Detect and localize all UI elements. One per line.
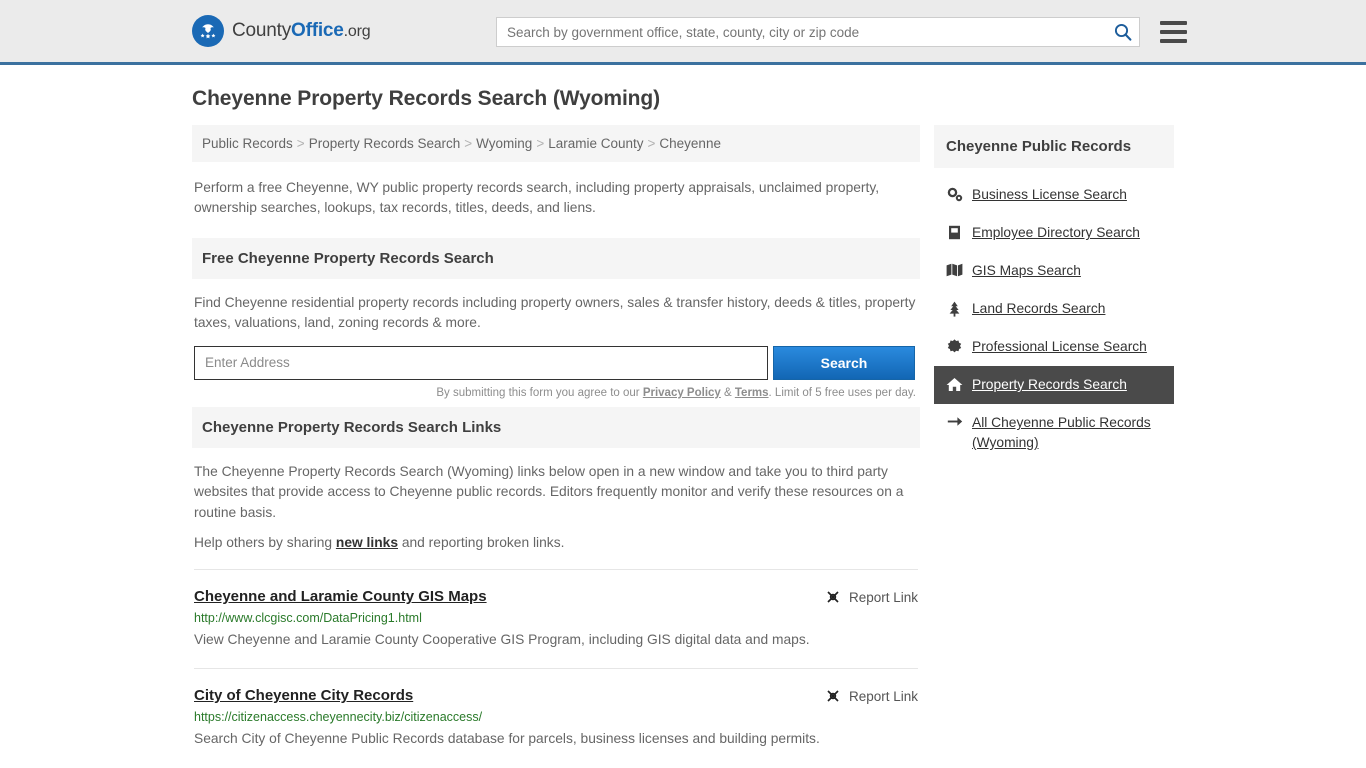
sidebar-item-label: GIS Maps Search [972,263,1081,278]
link-description: View Cheyenne and Laramie County Coopera… [194,632,810,648]
link-description: Search City of Cheyenne Public Records d… [194,731,820,747]
breadcrumb-item-property-records-search[interactable]: Property Records Search [309,136,461,151]
hamburger-bar [1160,39,1187,43]
breadcrumb-separator: > [296,136,305,151]
sidebar-heading: Cheyenne Public Records [934,125,1174,168]
links-section-body: The Cheyenne Property Records Search (Wy… [192,448,920,751]
report-link-button[interactable]: Report Link [825,687,918,704]
link-header-row: City of Cheyenne City Records Report Lin… [194,687,918,704]
breadcrumb-separator: > [536,136,545,151]
global-search-box[interactable] [496,17,1140,47]
link-url: https://citizenaccess.cheyennecity.biz/c… [194,710,483,725]
cogs-icon [946,185,963,202]
sidebar-item-label: All Cheyenne Public Records (Wyoming) [972,415,1151,450]
breadcrumb-separator: > [464,136,473,151]
hamburger-bar [1160,21,1187,25]
hamburger-menu-icon[interactable] [1160,21,1187,43]
link-title[interactable]: City of Cheyenne City Records [194,687,413,704]
certificate-icon [946,337,963,354]
page-title: Cheyenne Property Records Search (Wyomin… [192,87,661,110]
disclaimer-amp: & [720,386,735,399]
sidebar-item-label: Business License Search [972,187,1127,202]
address-search-button[interactable]: Search [773,345,915,380]
terms-link[interactable]: Terms [735,387,769,399]
logo-text-part2: Office [291,20,344,41]
link-header-row: Cheyenne and Laramie County GIS Maps Rep… [194,588,918,605]
link-item: City of Cheyenne City Records Report Lin… [194,669,918,751]
sidebar-item-gis-maps[interactable]: GIS Maps Search [934,252,1174,290]
breadcrumb-item-laramie-county[interactable]: Laramie County [548,136,643,151]
report-link-label: Report Link [848,589,918,605]
free-search-body: Find Cheyenne residential property recor… [192,279,920,399]
content-columns: Public Records > Property Records Search > W… [192,125,1174,751]
global-search-input[interactable] [507,24,1113,40]
sidebar-item-all-public-records[interactable]: All Cheyenne Public Records (Wyoming) [934,404,1174,462]
breadcrumb-item-wyoming[interactable]: Wyoming [476,136,532,151]
logo-text: CountyOffice.org [232,20,371,42]
sidebar-item-label: Professional License Search [972,339,1147,354]
disclaimer-pre: By submitting this form you agree to our [436,386,643,399]
free-search-heading: Free Cheyenne Property Records Search [192,238,920,279]
report-link-label: Report Link [848,688,918,704]
logo-text-part3: .org [343,23,371,40]
breadcrumb: Public Records > Property Records Search > W… [192,125,920,162]
privacy-policy-link[interactable]: Privacy Policy [643,387,721,399]
search-icon[interactable] [1113,22,1133,42]
home-icon [946,375,963,392]
sidebar-item-business-license[interactable]: Business License Search [934,176,1174,214]
sidebar-item-land-records[interactable]: Land Records Search [934,290,1174,328]
page-container: Cheyenne Property Records Search (Wyomin… [0,87,1366,751]
sidebar-item-professional-license[interactable]: Professional License Search [934,328,1174,366]
sidebar-list: Business License Search Employee Directo… [934,168,1174,462]
disclaimer-post: . Limit of 5 free uses per day. [768,386,916,399]
eagle-seal-icon [192,15,224,47]
unlink-icon [825,688,841,704]
breadcrumb-item-public-records[interactable]: Public Records [202,136,293,151]
sidebar-item-employee-directory[interactable]: Employee Directory Search [934,214,1174,252]
breadcrumb-separator: > [647,136,656,151]
help-post: and reporting broken links. [398,535,565,551]
arrow-right-icon [946,413,963,428]
help-pre: Help others by sharing [194,535,336,551]
link-title[interactable]: Cheyenne and Laramie County GIS Maps [194,588,487,605]
sidebar-item-label: Property Records Search [972,377,1127,392]
help-share-paragraph: Help others by sharing new links and rep… [194,533,918,553]
logo-text-part1: County [232,20,292,41]
address-search-form: Search [194,345,918,380]
breadcrumb-item-cheyenne[interactable]: Cheyenne [659,136,721,151]
book-icon [946,223,963,240]
tree-icon [946,299,963,317]
link-url: http://www.clcgisc.com/DataPricing1.html [194,611,422,626]
links-section-paragraph: The Cheyenne Property Records Search (Wy… [194,463,904,520]
sidebar: Cheyenne Public Records Business License… [934,125,1174,462]
link-item: Cheyenne and Laramie County GIS Maps Rep… [194,570,918,652]
hamburger-bar [1160,30,1187,34]
main-content: Public Records > Property Records Search > W… [192,125,920,751]
site-header: CountyOffice.org [0,0,1366,65]
sidebar-item-property-records[interactable]: Property Records Search [934,366,1174,404]
links-section-heading: Cheyenne Property Records Search Links [192,406,920,448]
sidebar-item-label: Land Records Search [972,301,1106,316]
free-search-description: Find Cheyenne residential property recor… [194,295,916,331]
intro-paragraph: Perform a free Cheyenne, WY public prope… [194,180,880,215]
header-search-area [496,17,1187,47]
sidebar-item-label: Employee Directory Search [972,225,1140,240]
form-disclaimer: By submitting this form you agree to our… [194,387,918,399]
address-input[interactable] [194,345,768,380]
site-logo[interactable]: CountyOffice.org [192,15,371,47]
report-link-button[interactable]: Report Link [825,588,918,605]
new-links-link[interactable]: new links [336,535,398,550]
unlink-icon [825,589,841,605]
map-icon [946,261,963,277]
